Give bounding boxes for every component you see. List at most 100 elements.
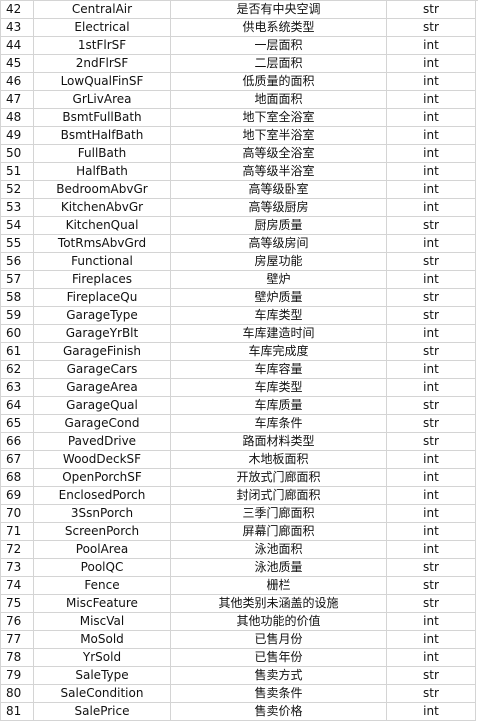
field-description-cell[interactable]: 供电系统类型 xyxy=(170,18,387,37)
field-description-cell[interactable]: 低质量的面积 xyxy=(170,72,387,91)
field-description-cell[interactable]: 高等级厨房 xyxy=(170,198,387,217)
field-type-cell[interactable]: int xyxy=(386,630,476,649)
field-name-cell[interactable]: 3SsnPorch xyxy=(33,504,171,523)
field-name-cell[interactable]: WoodDeckSF xyxy=(33,450,171,469)
field-type-cell[interactable]: int xyxy=(386,648,476,667)
field-type-cell[interactable]: int xyxy=(386,468,476,487)
row-number-cell[interactable]: 66 xyxy=(0,432,34,451)
row-number-cell[interactable]: 63 xyxy=(0,378,34,397)
field-description-cell[interactable]: 已售月份 xyxy=(170,630,387,649)
row-number-cell[interactable]: 62 xyxy=(0,360,34,379)
row-number-cell[interactable]: 80 xyxy=(0,684,34,703)
field-type-cell[interactable]: int xyxy=(386,540,476,559)
field-type-cell[interactable]: str xyxy=(386,432,476,451)
row-number-cell[interactable]: 74 xyxy=(0,576,34,595)
field-name-cell[interactable]: PoolQC xyxy=(33,558,171,577)
row-number-cell[interactable]: 52 xyxy=(0,180,34,199)
field-type-cell[interactable]: str xyxy=(386,306,476,325)
row-number-cell[interactable]: 70 xyxy=(0,504,34,523)
field-name-cell[interactable]: SalePrice xyxy=(33,702,171,721)
field-name-cell[interactable]: GarageYrBlt xyxy=(33,324,171,343)
field-type-cell[interactable]: int xyxy=(386,180,476,199)
field-type-cell[interactable]: str xyxy=(386,666,476,685)
field-name-cell[interactable]: EnclosedPorch xyxy=(33,486,171,505)
row-number-cell[interactable]: 78 xyxy=(0,648,34,667)
field-type-cell[interactable]: str xyxy=(386,558,476,577)
field-description-cell[interactable]: 栅栏 xyxy=(170,576,387,595)
field-description-cell[interactable]: 车库建造时间 xyxy=(170,324,387,343)
field-description-cell[interactable]: 地下室半浴室 xyxy=(170,126,387,145)
field-description-cell[interactable]: 高等级卧室 xyxy=(170,180,387,199)
field-description-cell[interactable]: 封闭式门廊面积 xyxy=(170,486,387,505)
field-description-cell[interactable]: 泳池面积 xyxy=(170,540,387,559)
field-name-cell[interactable]: HalfBath xyxy=(33,162,171,181)
field-type-cell[interactable]: int xyxy=(386,324,476,343)
field-name-cell[interactable]: GarageArea xyxy=(33,378,171,397)
field-type-cell[interactable]: int xyxy=(386,504,476,523)
field-type-cell[interactable]: int xyxy=(386,234,476,253)
row-number-cell[interactable]: 44 xyxy=(0,36,34,55)
field-description-cell[interactable]: 高等级半浴室 xyxy=(170,162,387,181)
field-description-cell[interactable]: 壁炉 xyxy=(170,270,387,289)
field-description-cell[interactable]: 木地板面积 xyxy=(170,450,387,469)
field-name-cell[interactable]: PavedDrive xyxy=(33,432,171,451)
row-number-cell[interactable]: 56 xyxy=(0,252,34,271)
field-name-cell[interactable]: ScreenPorch xyxy=(33,522,171,541)
field-type-cell[interactable]: int xyxy=(386,90,476,109)
field-type-cell[interactable]: str xyxy=(386,252,476,271)
field-name-cell[interactable]: BsmtHalfBath xyxy=(33,126,171,145)
field-name-cell[interactable]: SaleCondition xyxy=(33,684,171,703)
row-number-cell[interactable]: 67 xyxy=(0,450,34,469)
row-number-cell[interactable]: 81 xyxy=(0,702,34,721)
row-number-cell[interactable]: 77 xyxy=(0,630,34,649)
row-number-cell[interactable]: 79 xyxy=(0,666,34,685)
row-number-cell[interactable]: 53 xyxy=(0,198,34,217)
row-number-cell[interactable]: 48 xyxy=(0,108,34,127)
field-name-cell[interactable]: YrSold xyxy=(33,648,171,667)
field-type-cell[interactable]: int xyxy=(386,378,476,397)
field-type-cell[interactable]: int xyxy=(386,450,476,469)
field-description-cell[interactable]: 车库条件 xyxy=(170,414,387,433)
field-name-cell[interactable]: MiscFeature xyxy=(33,594,171,613)
field-type-cell[interactable]: int xyxy=(386,612,476,631)
field-name-cell[interactable]: PoolArea xyxy=(33,540,171,559)
field-type-cell[interactable]: int xyxy=(386,108,476,127)
row-number-cell[interactable]: 57 xyxy=(0,270,34,289)
field-name-cell[interactable]: SaleType xyxy=(33,666,171,685)
field-name-cell[interactable]: TotRmsAbvGrd xyxy=(33,234,171,253)
row-number-cell[interactable]: 59 xyxy=(0,306,34,325)
field-description-cell[interactable]: 其他类别未涵盖的设施 xyxy=(170,594,387,613)
field-type-cell[interactable]: str xyxy=(386,576,476,595)
field-type-cell[interactable]: str xyxy=(386,414,476,433)
field-name-cell[interactable]: 2ndFlrSF xyxy=(33,54,171,73)
field-name-cell[interactable]: GarageType xyxy=(33,306,171,325)
field-name-cell[interactable]: GarageFinish xyxy=(33,342,171,361)
field-description-cell[interactable]: 其他功能的价值 xyxy=(170,612,387,631)
field-type-cell[interactable]: str xyxy=(386,684,476,703)
field-type-cell[interactable]: int xyxy=(386,522,476,541)
field-type-cell[interactable]: int xyxy=(386,72,476,91)
field-type-cell[interactable]: int xyxy=(386,702,476,721)
field-name-cell[interactable]: FireplaceQu xyxy=(33,288,171,307)
row-number-cell[interactable]: 42 xyxy=(0,1,34,19)
row-number-cell[interactable]: 75 xyxy=(0,594,34,613)
field-name-cell[interactable]: KitchenQual xyxy=(33,216,171,235)
field-name-cell[interactable]: LowQualFinSF xyxy=(33,72,171,91)
field-description-cell[interactable]: 房屋功能 xyxy=(170,252,387,271)
field-name-cell[interactable]: Functional xyxy=(33,252,171,271)
field-description-cell[interactable]: 壁炉质量 xyxy=(170,288,387,307)
field-name-cell[interactable]: 1stFlrSF xyxy=(33,36,171,55)
field-description-cell[interactable]: 二层面积 xyxy=(170,54,387,73)
field-type-cell[interactable]: str xyxy=(386,1,476,19)
row-number-cell[interactable]: 61 xyxy=(0,342,34,361)
field-name-cell[interactable]: BsmtFullBath xyxy=(33,108,171,127)
field-type-cell[interactable]: int xyxy=(386,126,476,145)
field-type-cell[interactable]: int xyxy=(386,486,476,505)
field-type-cell[interactable]: int xyxy=(386,360,476,379)
field-name-cell[interactable]: OpenPorchSF xyxy=(33,468,171,487)
field-name-cell[interactable]: GarageQual xyxy=(33,396,171,415)
field-description-cell[interactable]: 车库完成度 xyxy=(170,342,387,361)
field-description-cell[interactable]: 车库质量 xyxy=(170,396,387,415)
field-type-cell[interactable]: int xyxy=(386,144,476,163)
field-name-cell[interactable]: CentralAir xyxy=(33,1,171,19)
